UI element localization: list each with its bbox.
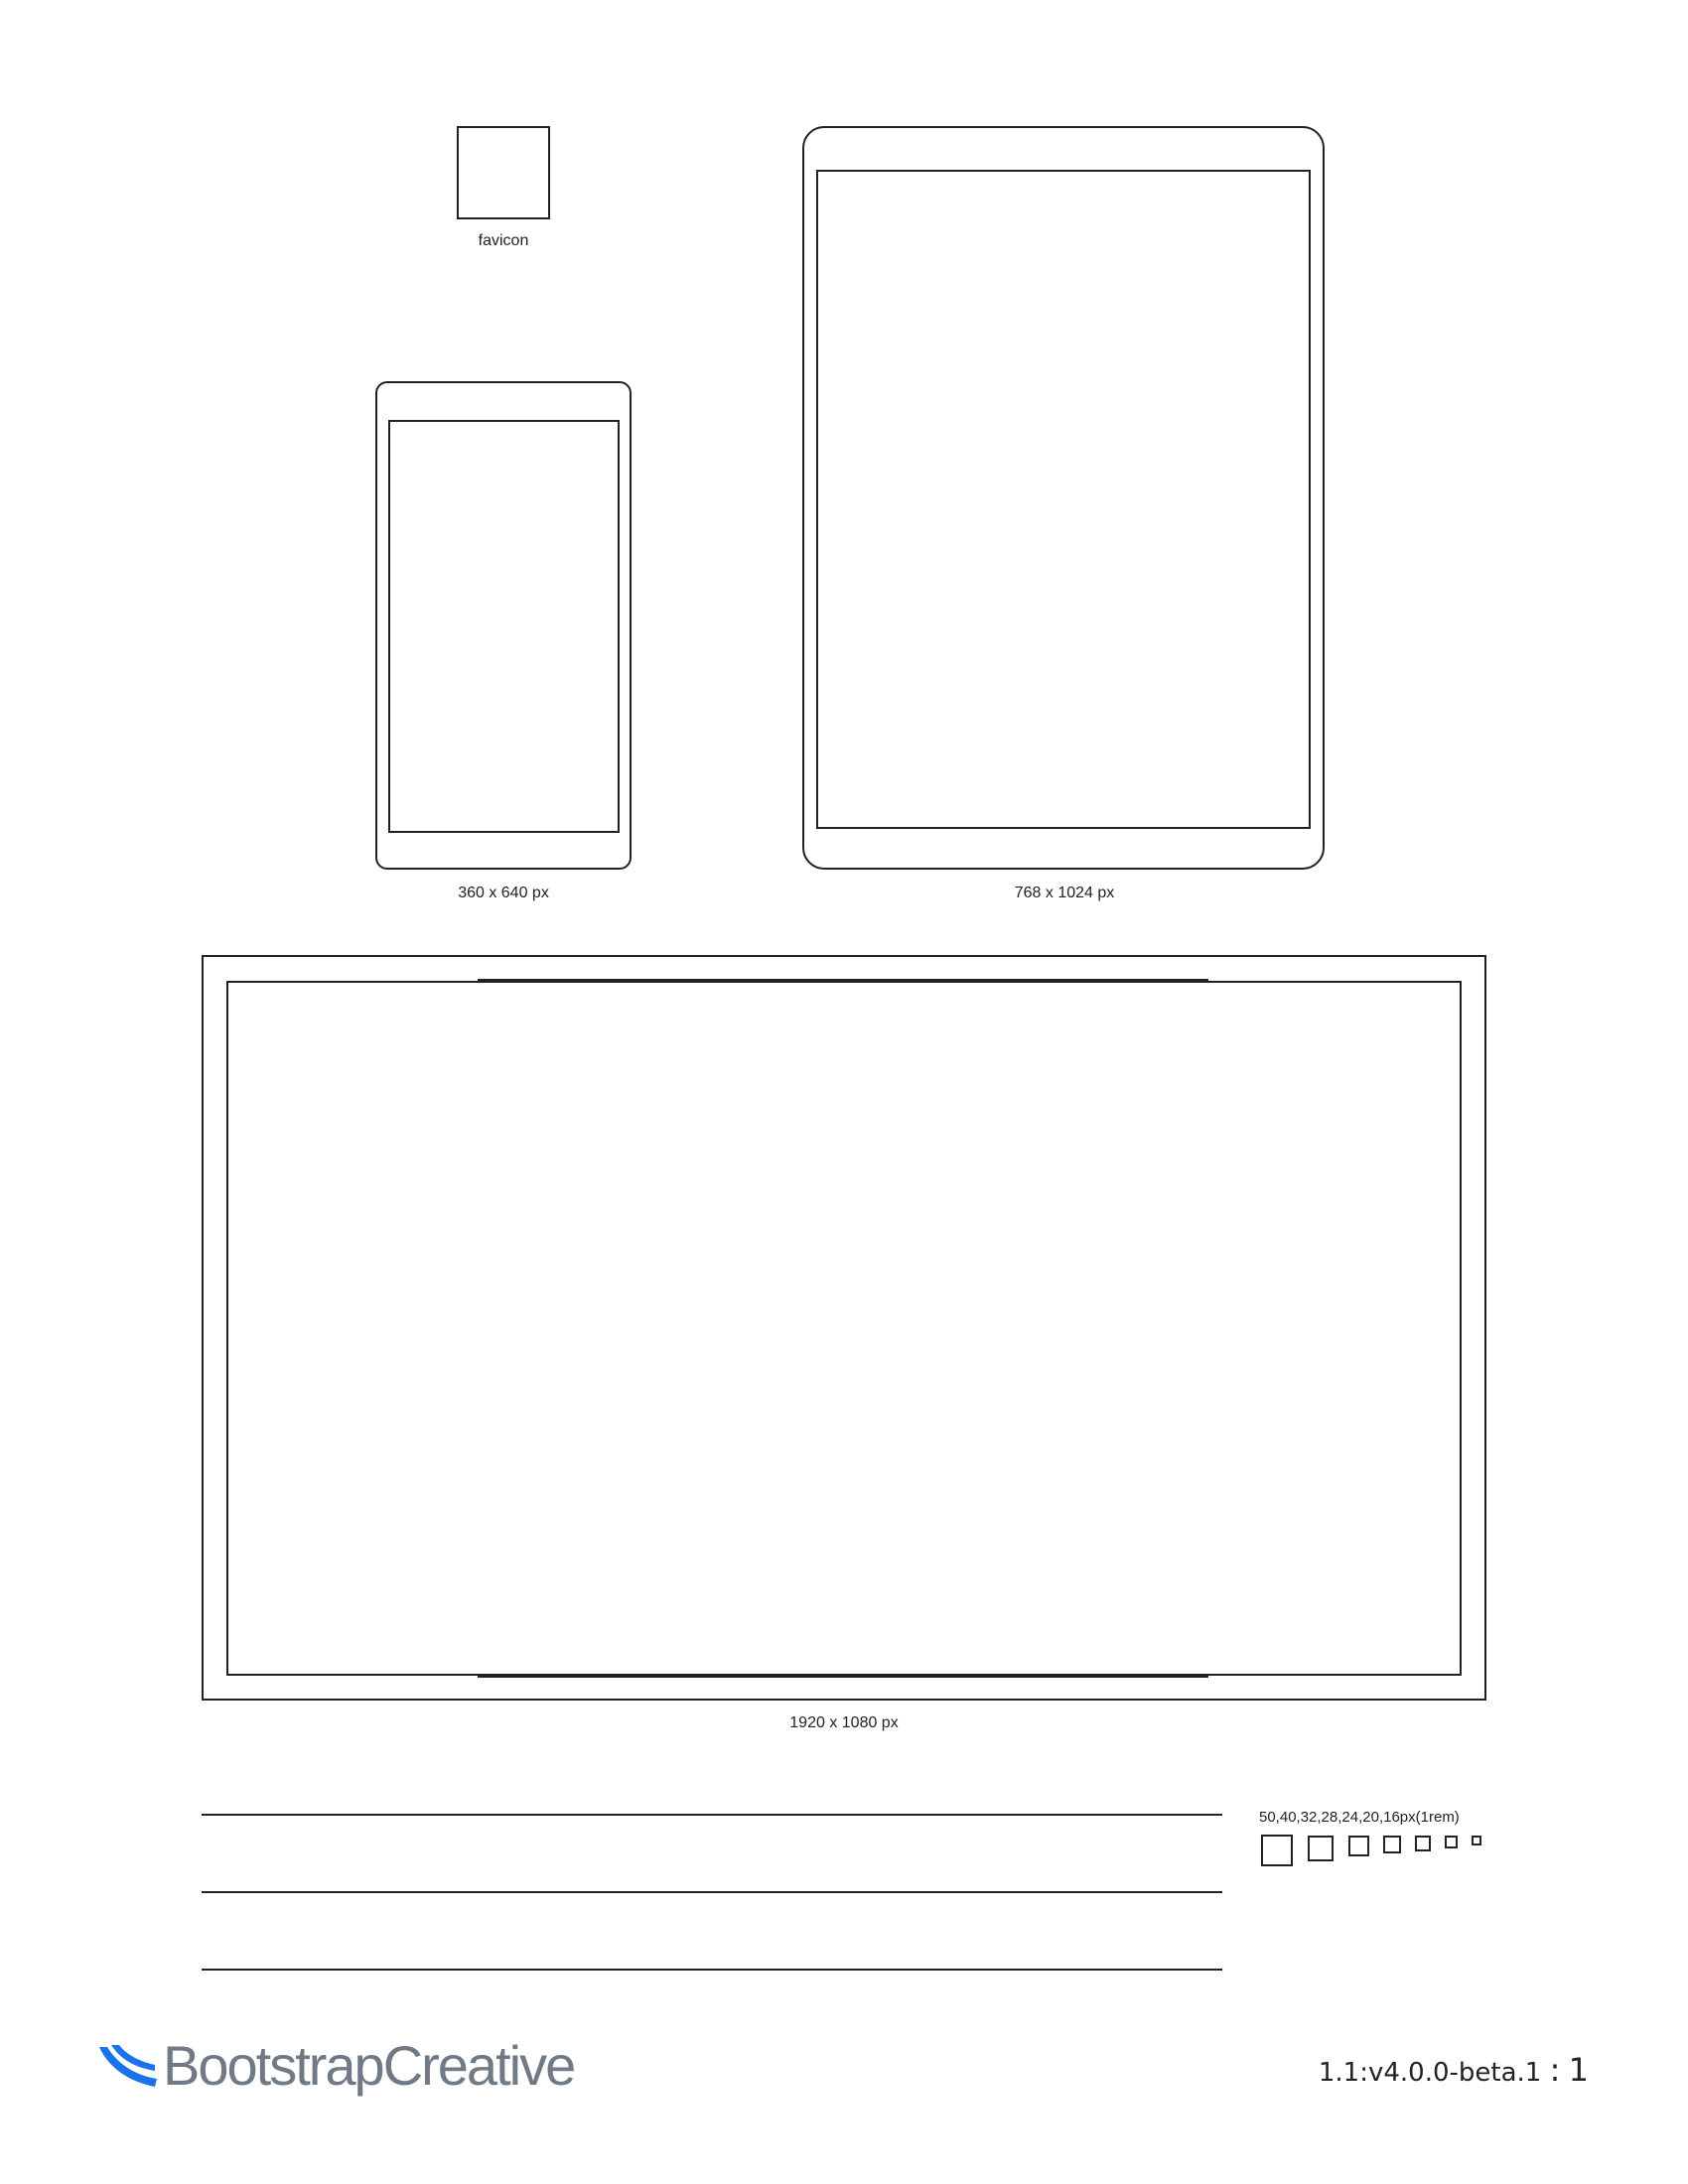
icon-size-16-square xyxy=(1472,1836,1481,1845)
favicon-label: favicon xyxy=(478,232,529,249)
icon-size-24-square xyxy=(1415,1836,1431,1851)
note-line xyxy=(202,1891,1222,1893)
desktop-bottom-bar xyxy=(478,1674,1208,1678)
brand-name: BootstrapCreative xyxy=(163,2034,576,2097)
page-number: 1 xyxy=(1568,2051,1589,2089)
note-line xyxy=(202,1969,1222,1971)
icon-size-40-square xyxy=(1308,1836,1334,1861)
favicon-placeholder xyxy=(457,126,550,219)
phone-screen xyxy=(388,420,620,833)
version-separator: : xyxy=(1549,2051,1561,2089)
bootstrapcreative-logo-mark-icon xyxy=(99,2045,157,2087)
version-footer: 1.1:v4.0.0-beta.1 : 1 xyxy=(1231,2051,1589,2089)
desktop-size-label: 1920 x 1080 px xyxy=(789,1714,899,1731)
tablet-screen xyxy=(816,170,1311,829)
icon-size-20-square xyxy=(1445,1836,1458,1848)
icon-size-28-square xyxy=(1383,1836,1401,1853)
phone-size-label: 360 x 640 px xyxy=(458,885,549,901)
icon-size-32-square xyxy=(1348,1836,1369,1856)
icon-size-50-square xyxy=(1261,1835,1293,1866)
brand-logo: BootstrapCreative xyxy=(97,2034,576,2097)
version-string: 1.1:v4.0.0-beta.1 xyxy=(1318,2058,1542,2088)
tablet-size-label: 768 x 1024 px xyxy=(1014,885,1115,901)
note-line xyxy=(202,1814,1222,1816)
desktop-screen xyxy=(226,981,1462,1676)
desktop-top-bar xyxy=(478,979,1208,983)
icon-sizes-label: 50,40,32,28,24,20,16px(1rem) xyxy=(1259,1809,1460,1826)
